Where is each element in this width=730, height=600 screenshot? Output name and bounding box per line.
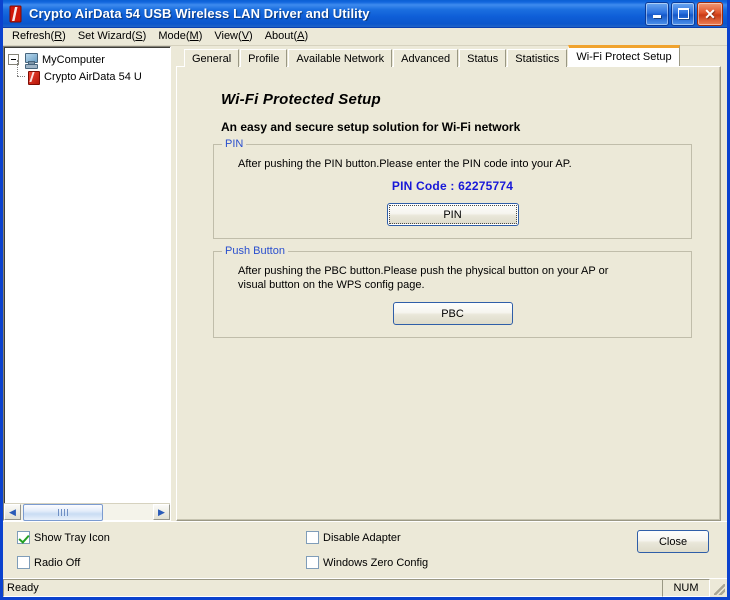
- tab-advanced[interactable]: Advanced: [393, 49, 458, 67]
- page-subtitle: An easy and secure setup solution for Wi…: [221, 120, 692, 134]
- push-button-group: Push Button After pushing the PBC button…: [213, 251, 692, 338]
- push-button-group-legend: Push Button: [222, 245, 288, 257]
- tree-node-mycomputer[interactable]: MyComputer: [8, 51, 168, 68]
- menu-set-wizard-label: Set Wizard: [78, 30, 132, 42]
- chevron-right-icon: ▶: [158, 508, 165, 517]
- application-window: Crypto AirData 54 USB Wireless LAN Drive…: [0, 0, 730, 600]
- pbc-button-row: PBC: [226, 302, 679, 325]
- tab-panel-wifi-protect-setup: Wi-Fi Protected Setup An easy and secure…: [176, 66, 721, 521]
- menu-about-label: About: [265, 30, 294, 42]
- minimize-button[interactable]: [645, 2, 669, 26]
- tab-strip: General Profile Available Network Advanc…: [176, 46, 727, 66]
- menu-refresh[interactable]: Refresh(R): [7, 29, 73, 44]
- tab-profile[interactable]: Profile: [240, 49, 287, 67]
- page-title: Wi-Fi Protected Setup: [221, 91, 692, 108]
- options-bar: Show Tray Icon Radio Off Disable Adapter…: [3, 521, 727, 578]
- pin-description: After pushing the PIN button.Please ente…: [238, 157, 623, 171]
- tab-status[interactable]: Status: [459, 49, 506, 67]
- checkbox-radio-off[interactable]: Radio Off: [17, 556, 80, 569]
- checkbox-show-tray-icon[interactable]: Show Tray Icon: [17, 531, 110, 544]
- checkbox-disable-adapter[interactable]: Disable Adapter: [306, 531, 401, 544]
- checkbox-disable-adapter-label: Disable Adapter: [323, 532, 401, 544]
- status-num-indicator: NUM: [662, 579, 710, 597]
- menu-bar: Refresh(R) Set Wizard(S) Mode(M) View(V)…: [3, 28, 727, 46]
- tree-node-adapter[interactable]: Crypto AirData 54 U: [8, 68, 168, 85]
- scrollbar-track[interactable]: [21, 504, 153, 520]
- resize-grip-icon[interactable]: [710, 579, 727, 597]
- pbc-button[interactable]: PBC: [393, 302, 513, 325]
- checkbox-show-tray-icon-label: Show Tray Icon: [34, 532, 110, 544]
- menu-view[interactable]: View(V): [209, 29, 259, 44]
- scroll-right-button[interactable]: ▶: [153, 504, 170, 520]
- menu-refresh-label: Refresh: [12, 30, 51, 42]
- adapter-icon: [7, 5, 25, 23]
- title-bar: Crypto AirData 54 USB Wireless LAN Drive…: [3, 0, 727, 28]
- pin-button[interactable]: PIN: [387, 203, 519, 226]
- menu-view-accel: V: [242, 30, 249, 42]
- checkbox-disable-adapter-box[interactable]: [306, 531, 319, 544]
- device-tree[interactable]: MyComputer Crypto AirData 54 U: [4, 47, 170, 503]
- checkbox-windows-zero-config-box[interactable]: [306, 556, 319, 569]
- checkbox-radio-off-box[interactable]: [17, 556, 30, 569]
- menu-set-wizard[interactable]: Set Wizard(S): [73, 29, 153, 44]
- menu-mode-accel: M: [190, 30, 199, 42]
- scrollbar-thumb[interactable]: [23, 504, 103, 521]
- checkbox-windows-zero-config-label: Windows Zero Config: [323, 557, 428, 569]
- pin-group: PIN After pushing the PIN button.Please …: [213, 144, 692, 239]
- tab-general[interactable]: General: [184, 49, 239, 67]
- device-tree-panel: MyComputer Crypto AirData 54 U ◀ ▶: [3, 46, 171, 521]
- scroll-left-button[interactable]: ◀: [4, 504, 21, 520]
- checkbox-windows-zero-config[interactable]: Windows Zero Config: [306, 556, 428, 569]
- grip-icon: [58, 509, 68, 516]
- window-controls: ✕: [645, 2, 723, 26]
- minimize-icon: [653, 15, 661, 18]
- tree-horizontal-scrollbar[interactable]: ◀ ▶: [4, 503, 170, 520]
- tree-node-mycomputer-label: MyComputer: [42, 54, 105, 66]
- status-message: Ready: [3, 579, 662, 597]
- window-title: Crypto AirData 54 USB Wireless LAN Drive…: [29, 6, 645, 21]
- computer-icon: [23, 53, 38, 67]
- status-bar: Ready NUM: [3, 578, 727, 597]
- tab-statistics[interactable]: Statistics: [507, 49, 567, 67]
- checkbox-show-tray-icon-box[interactable]: [17, 531, 30, 544]
- content-panel: General Profile Available Network Advanc…: [176, 46, 727, 521]
- menu-set-wizard-accel: S: [135, 30, 142, 42]
- close-button[interactable]: Close: [637, 530, 709, 553]
- tree-connector-horizontal: [17, 76, 25, 78]
- pbc-description: After pushing the PBC button.Please push…: [238, 264, 623, 292]
- menu-view-label: View: [214, 30, 238, 42]
- pin-group-legend: PIN: [222, 138, 246, 150]
- close-icon: ✕: [704, 7, 716, 21]
- pin-code-value: PIN Code : 62275774: [226, 179, 679, 193]
- tree-node-adapter-label: Crypto AirData 54 U: [44, 71, 142, 83]
- tab-available-network[interactable]: Available Network: [288, 49, 392, 67]
- checkbox-radio-off-label: Radio Off: [34, 557, 80, 569]
- menu-about-accel: A: [297, 30, 304, 42]
- wps-content: Wi-Fi Protected Setup An easy and secure…: [177, 79, 720, 338]
- tab-wifi-protect-setup[interactable]: Wi-Fi Protect Setup: [568, 45, 679, 66]
- maximize-button[interactable]: [671, 2, 695, 26]
- pin-button-row: PIN: [226, 203, 679, 226]
- menu-refresh-accel: R: [54, 30, 62, 42]
- chevron-left-icon: ◀: [9, 508, 16, 517]
- wireless-adapter-icon: [26, 70, 40, 84]
- menu-about[interactable]: About(A): [260, 29, 315, 44]
- tree-connector-vertical: [17, 60, 19, 76]
- menu-mode-label: Mode: [158, 30, 186, 42]
- menu-mode[interactable]: Mode(M): [153, 29, 209, 44]
- maximize-icon: [678, 8, 689, 19]
- main-area: MyComputer Crypto AirData 54 U ◀ ▶: [3, 46, 727, 521]
- close-window-button[interactable]: ✕: [697, 2, 723, 26]
